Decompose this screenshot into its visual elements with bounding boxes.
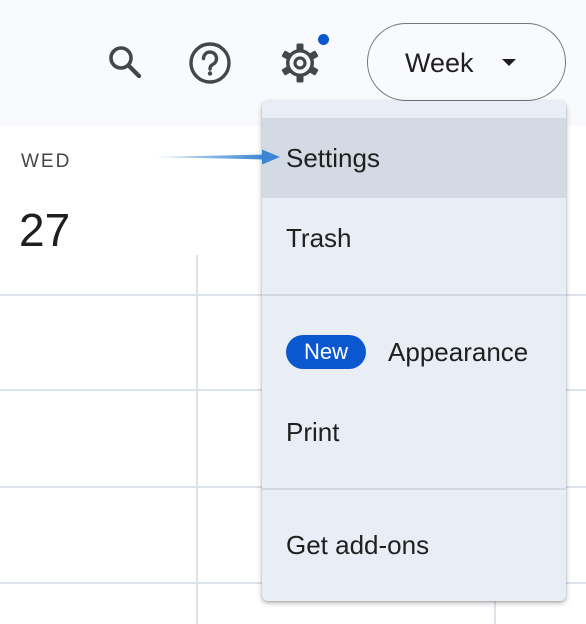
caret-down-icon: [502, 59, 516, 66]
menu-divider: [262, 488, 566, 490]
view-selector-label: Week: [405, 48, 474, 78]
menu-item-appearance[interactable]: New Appearance: [262, 312, 566, 392]
search-icon: [109, 46, 142, 79]
menu-divider: [262, 294, 566, 296]
day-number[interactable]: 27: [19, 204, 70, 256]
help-button[interactable]: [188, 41, 232, 85]
search-button[interactable]: [103, 40, 147, 84]
menu-item-label: Get add-ons: [286, 529, 430, 560]
menu-item-print[interactable]: Print: [262, 392, 566, 472]
settings-menu: Settings Trash New Appearance Print Get …: [262, 101, 566, 601]
grid-divider-vertical: [196, 255, 198, 624]
annotation-arrow: [154, 149, 280, 165]
notification-dot: [318, 34, 329, 45]
menu-item-label: Settings: [286, 142, 380, 173]
new-badge: New: [286, 335, 367, 369]
settings-button[interactable]: [278, 41, 322, 85]
help-icon: [189, 42, 231, 84]
menu-item-label: Trash: [286, 222, 352, 253]
day-name: WED: [21, 151, 72, 172]
menu-item-label: Print: [286, 416, 340, 447]
menu-item-trash[interactable]: Trash: [262, 198, 566, 278]
menu-item-label: Appearance: [388, 336, 529, 367]
menu-item-settings[interactable]: Settings: [262, 118, 566, 198]
view-selector-button[interactable]: Week: [367, 23, 566, 101]
gear-icon: [281, 43, 319, 83]
menu-item-get-add-ons[interactable]: Get add-ons: [262, 505, 566, 585]
